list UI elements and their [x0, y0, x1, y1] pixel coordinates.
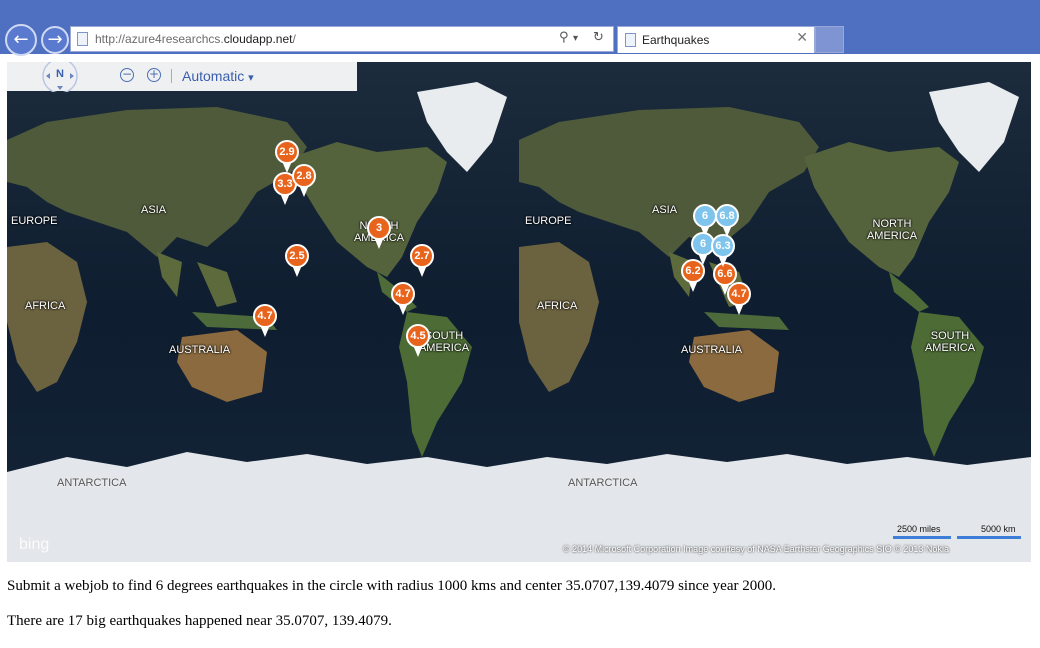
zoom-out-button[interactable]: −	[120, 68, 134, 82]
label-north-america-2: NORTH AMERICA	[866, 218, 918, 242]
map-style-dropdown[interactable]: Automatic ▾	[182, 68, 254, 84]
job-description-text: Submit a webjob to find 6 degrees earthq…	[7, 578, 776, 594]
scale-line-km	[957, 536, 1021, 539]
earthquake-pin[interactable]: 4.7	[390, 282, 416, 318]
label-australia-2: AUSTRALIA	[681, 344, 743, 356]
label-antarctica-2: ANTARCTICA	[568, 477, 638, 489]
pin-magnitude: 2.8	[292, 164, 316, 188]
scale-bar: 2500 miles 5000 km	[891, 524, 1023, 542]
label-africa-2: AFRICA	[537, 300, 578, 312]
pin-magnitude: 4.5	[406, 324, 430, 348]
url-suffix: /	[292, 32, 296, 46]
map-style-label: Automatic	[182, 68, 245, 84]
tab-earthquakes[interactable]: Earthquakes ✕	[617, 26, 815, 53]
new-tab-button[interactable]	[815, 26, 844, 53]
label-asia-1: ASIA	[141, 204, 167, 216]
dropdown-chevron-icon[interactable]: ▾	[573, 33, 578, 44]
url-text: http://azure4researchcs.cloudapp.net/	[95, 32, 296, 46]
earthquake-pin[interactable]: 4.7	[252, 304, 278, 340]
scale-line-miles	[893, 536, 951, 539]
pin-magnitude: 3	[367, 216, 391, 240]
compass-north-label: N	[56, 68, 64, 80]
browser-chrome: ← → http://azure4researchcs.cloudapp.net…	[0, 0, 1040, 56]
scale-km-label: 5000 km	[981, 524, 1016, 534]
label-antarctica-1: ANTARCTICA	[57, 477, 127, 489]
map-toolbar: N − + Automatic ▾	[7, 62, 357, 94]
pin-magnitude: 2.9	[275, 140, 299, 164]
pin-magnitude: 6.3	[711, 234, 735, 258]
address-bar[interactable]: http://azure4researchcs.cloudapp.net/ ⚲ …	[70, 26, 614, 52]
earthquake-pin[interactable]: 2.8	[291, 164, 317, 200]
earthquake-pin-selected[interactable]: 6.3	[710, 234, 736, 270]
zoom-in-button[interactable]: +	[147, 68, 161, 82]
zoom-in-icon: +	[148, 67, 160, 81]
label-europe-2: EUROPE	[525, 215, 572, 227]
forward-button[interactable]: →	[41, 26, 69, 54]
bing-logo: bing	[19, 536, 49, 554]
pin-magnitude: 4.7	[391, 282, 415, 306]
result-text: There are 17 big earthquakes happened ne…	[7, 613, 392, 629]
pin-magnitude: 4.7	[727, 282, 751, 306]
pin-magnitude: 2.5	[285, 244, 309, 268]
search-icon[interactable]: ⚲	[559, 30, 569, 45]
earthquake-pin[interactable]: 2.5	[284, 244, 310, 280]
map-view[interactable]: EUROPE ASIA NORTH AMERICA AFRICA AUSTRAL…	[7, 62, 1031, 562]
chevron-down-icon: ▾	[248, 72, 254, 84]
bing-logo-text: bing	[19, 536, 50, 553]
label-africa-1: AFRICA	[25, 300, 66, 312]
label-south-america-2: SOUTH AMERICA	[924, 330, 976, 354]
label-asia-2: ASIA	[652, 204, 678, 216]
scale-miles-label: 2500 miles	[897, 524, 941, 534]
close-icon[interactable]: ✕	[796, 30, 808, 46]
zoom-out-icon: −	[121, 67, 133, 81]
earthquake-pin[interactable]: 4.5	[405, 324, 431, 360]
pin-magnitude: 6.8	[715, 204, 739, 228]
refresh-icon[interactable]: ↻	[593, 30, 604, 45]
url-host: cloudapp.net	[223, 32, 293, 46]
back-button[interactable]: ←	[5, 24, 37, 56]
tab-page-icon	[625, 33, 636, 47]
pin-magnitude: 2.7	[410, 244, 434, 268]
compass-control[interactable]: N	[37, 62, 83, 94]
page-icon	[77, 32, 88, 46]
forward-arrow-icon: →	[47, 29, 63, 50]
back-arrow-icon: ←	[13, 29, 29, 50]
label-europe-1: EUROPE	[11, 215, 58, 227]
label-australia-1: AUSTRALIA	[169, 344, 231, 356]
earthquake-pin[interactable]: 4.7	[726, 282, 752, 318]
map-imagery	[7, 62, 1031, 562]
pin-magnitude: 4.7	[253, 304, 277, 328]
tab-title: Earthquakes	[642, 33, 710, 47]
earthquake-pin[interactable]: 3	[366, 216, 392, 252]
earthquake-pin[interactable]: 2.7	[409, 244, 435, 280]
toolbar-divider	[171, 69, 172, 83]
map-attribution: © 2014 Microsoft Corporation Image court…	[563, 544, 949, 554]
url-prefix: http://azure4researchcs.	[95, 32, 224, 46]
